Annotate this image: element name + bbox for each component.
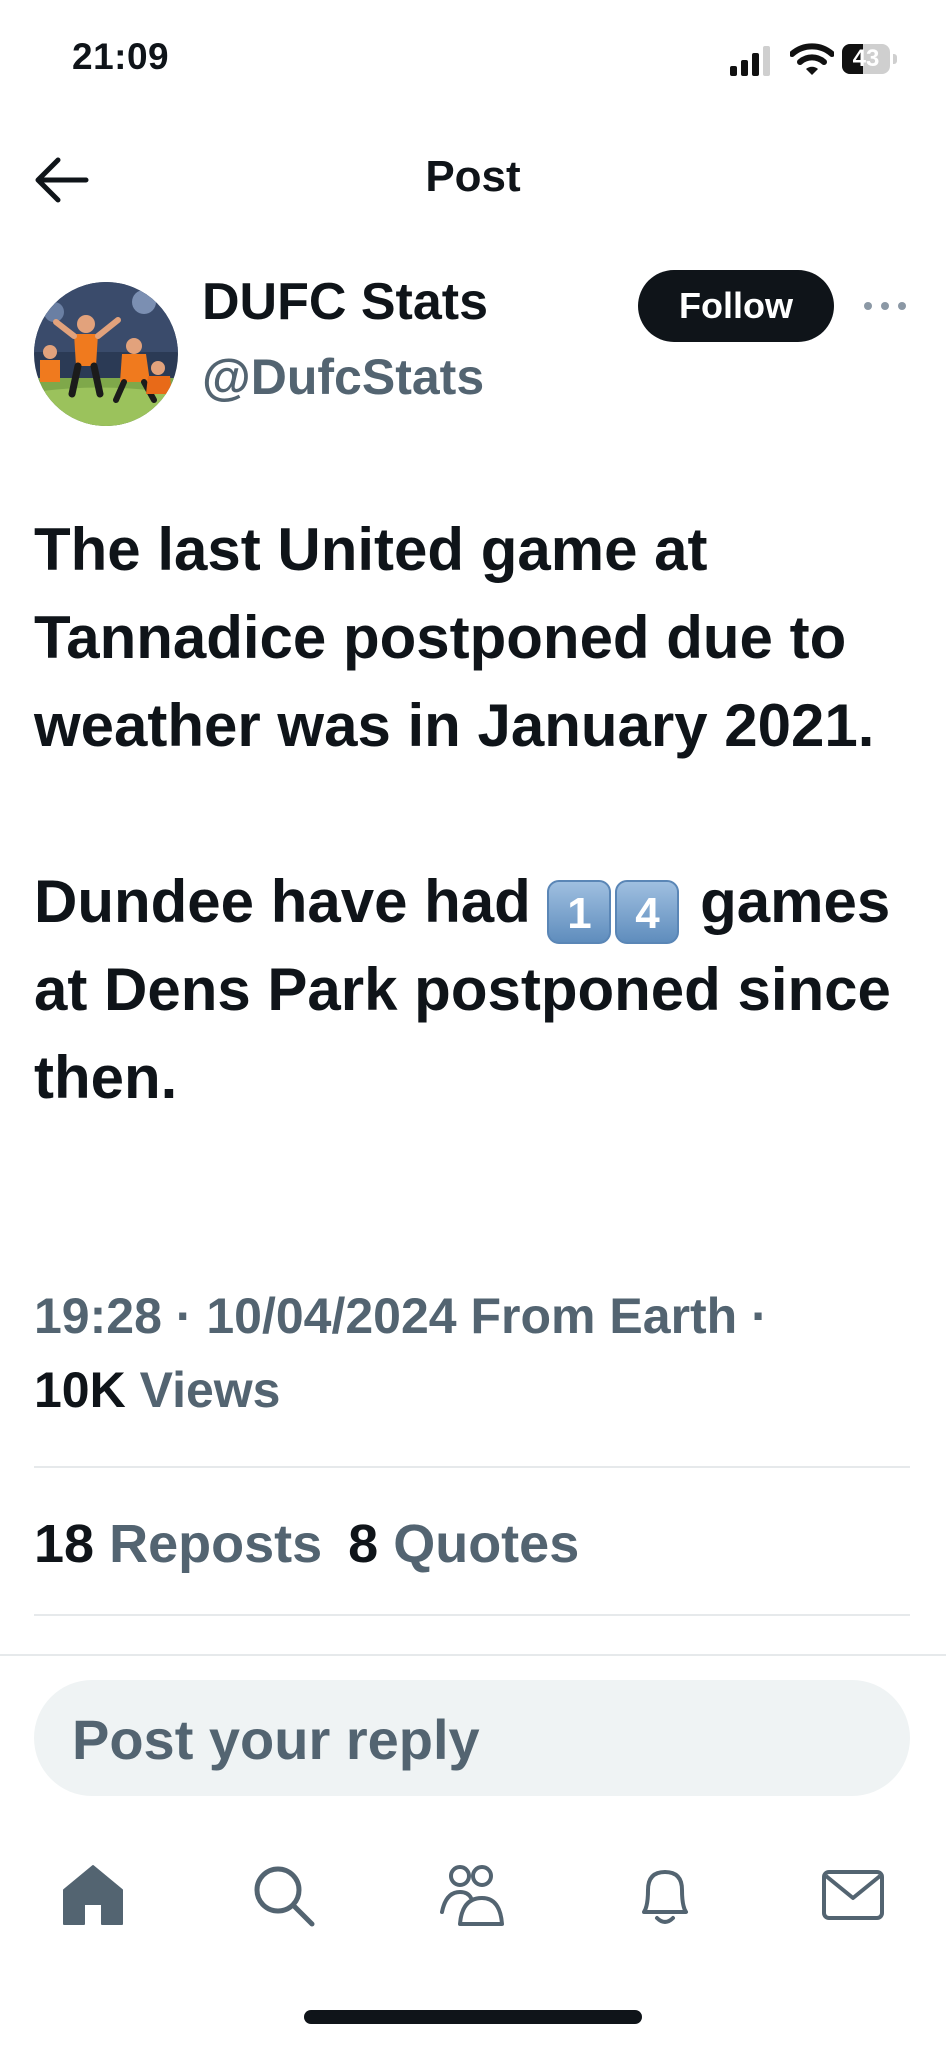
status-time: 21:09 (72, 36, 170, 77)
views-label: Views (139, 1362, 281, 1418)
reposts-label: Reposts (109, 1514, 323, 1574)
battery-percentage: 43 (852, 45, 880, 72)
arrow-left-icon[interactable] (30, 152, 94, 208)
divider (34, 1614, 910, 1616)
post-time: 19:28 (34, 1288, 162, 1344)
follow-button[interactable]: Follow (638, 270, 834, 342)
meta-separator: · (175, 1288, 193, 1344)
signal-icon (730, 46, 770, 76)
post-timestamp: 19:28 · 10/04/2024 From Earth · (34, 1286, 768, 1346)
post-text: The last United game at Tannadice postpo… (34, 506, 914, 1122)
more-horizontal-icon[interactable] (860, 290, 910, 322)
keycap-digit-emoji: 4 (615, 880, 680, 944)
communities-icon[interactable] (438, 1862, 504, 1928)
reply-separator (0, 1654, 946, 1656)
views-number: 10K (34, 1362, 126, 1418)
post-date: 10/04/2024 (206, 1288, 457, 1344)
quotes-label: Quotes (393, 1514, 580, 1574)
avatar[interactable] (34, 282, 178, 426)
meta-separator: · (751, 1288, 768, 1344)
home-icon[interactable] (60, 1862, 126, 1928)
post-paragraph: Dundee have had 14 games at Dens Park po… (34, 858, 914, 1122)
post-paragraph: The last United game at Tannadice postpo… (34, 516, 875, 759)
quotes-stat[interactable]: 8 Quotes (348, 1514, 579, 1574)
reposts-stat[interactable]: 18 Reposts (34, 1514, 322, 1574)
notifications-icon[interactable] (632, 1862, 698, 1928)
author-handle[interactable]: @DufcStats (202, 348, 484, 406)
reply-placeholder: Post your reply (72, 1708, 480, 1771)
messages-icon[interactable] (820, 1862, 886, 1928)
post-source: From Earth (470, 1288, 738, 1344)
home-indicator[interactable] (304, 2010, 642, 2024)
divider (34, 1466, 910, 1468)
views-count[interactable]: 10K Views (34, 1360, 281, 1420)
author-display-name[interactable]: DUFC Stats (202, 272, 488, 332)
wifi-icon (790, 43, 834, 75)
reposts-count: 18 (34, 1514, 95, 1574)
battery-icon: 43 (842, 44, 898, 74)
keycap-digit-emoji: 1 (547, 880, 612, 944)
quotes-count: 8 (348, 1514, 379, 1574)
post-text-segment: Dundee have had (34, 868, 531, 935)
engagement-stats: 18 Reposts 8 Quotes (34, 1512, 579, 1576)
search-icon[interactable] (250, 1862, 316, 1928)
page-title: Post (425, 152, 521, 201)
